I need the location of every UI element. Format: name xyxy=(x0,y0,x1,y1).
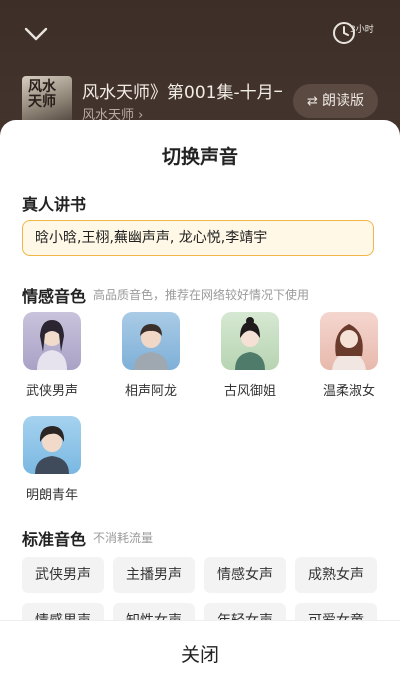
avatar xyxy=(23,416,81,474)
chip-wuxia-male[interactable]: 武侠男声 xyxy=(22,557,104,593)
chip-mature-female[interactable]: 成熟女声 xyxy=(295,557,377,593)
emotion-section-title: 情感音色 xyxy=(22,287,87,306)
book-cover[interactable]: 风水天师 xyxy=(22,76,72,126)
avatar xyxy=(221,312,279,370)
voice-label: 相声阿龙 xyxy=(124,384,177,399)
player-top-bar: 3小时 xyxy=(0,0,400,70)
voice-card-wuxia-male[interactable]: 武侠男声 xyxy=(17,312,87,399)
voice-card-bright-youth[interactable]: 明朗青年 xyxy=(17,416,87,503)
close-bar: 关闭 xyxy=(0,620,400,689)
avatar xyxy=(23,312,81,370)
close-button[interactable]: 关闭 xyxy=(0,621,400,689)
sleep-timer-button[interactable]: 3小时 xyxy=(330,18,380,48)
chip-emotional-female[interactable]: 情感女声 xyxy=(204,557,286,593)
voice-card-gentle-lady[interactable]: 温柔淑女 xyxy=(314,312,384,399)
human-section-title: 真人讲书 xyxy=(22,195,87,214)
sheet-title: 切换声音 xyxy=(161,146,238,168)
swap-icon: ⇄ xyxy=(307,94,318,109)
voice-label: 武侠男声 xyxy=(25,384,78,399)
voice-card-crosstalk-along[interactable]: 相声阿龙 xyxy=(116,312,186,399)
voice-label: 温柔淑女 xyxy=(322,384,375,399)
voice-label: 古风御姐 xyxy=(223,384,276,399)
human-readers-option[interactable]: 晗小晗,王栩,蕪幽声声, 龙心悦,李靖宇 xyxy=(22,220,374,256)
timer-label: 3小时 xyxy=(350,25,374,35)
read-version-label: 朗读版 xyxy=(321,93,364,109)
cover-text: 风水天师 xyxy=(28,79,56,110)
standard-section-hint: 不消耗流量 xyxy=(93,531,154,545)
voice-switch-sheet: 切换声音 真人讲书 晗小晗,王栩,蕪幽声声, 龙心悦,李靖宇 情感音色 高品质音… xyxy=(0,120,400,689)
emotion-section-hint: 高品质音色，推荐在网络较好情况下使用 xyxy=(93,288,310,302)
voice-label: 明朗青年 xyxy=(25,488,78,503)
avatar xyxy=(320,312,378,370)
voice-card-ancient-lady[interactable]: 古风御姐 xyxy=(215,312,285,399)
chevron-down-icon[interactable] xyxy=(22,22,50,46)
standard-section-title: 标准音色 xyxy=(22,530,87,549)
read-version-button[interactable]: ⇄ 朗读版 xyxy=(293,84,378,118)
avatar xyxy=(122,312,180,370)
episode-title: 风水天师》第001集-十月一， xyxy=(82,83,282,103)
chip-host-male[interactable]: 主播男声 xyxy=(113,557,195,593)
